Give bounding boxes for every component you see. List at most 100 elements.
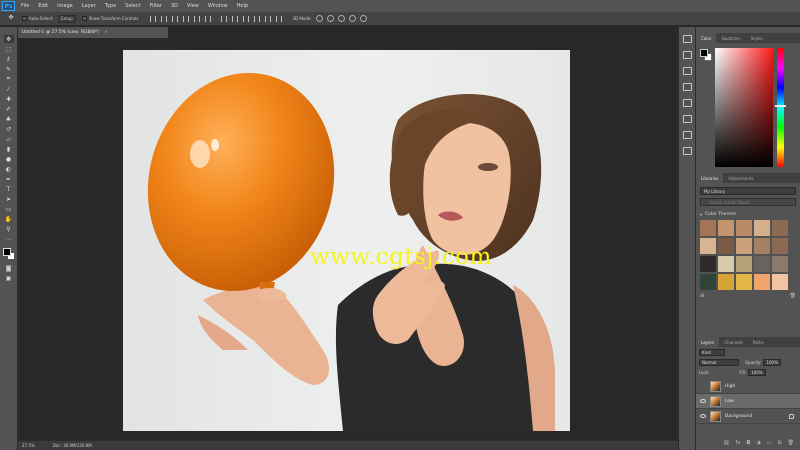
- clone-stamp-tool-icon[interactable]: ♣: [4, 115, 14, 123]
- hue-slider[interactable]: [777, 48, 784, 167]
- color-swatch[interactable]: [736, 220, 752, 236]
- menu-view[interactable]: View: [187, 3, 199, 9]
- properties-panel-icon[interactable]: [682, 115, 692, 123]
- color-panel-foreground[interactable]: [700, 49, 708, 57]
- align-right-icon[interactable]: [205, 15, 212, 22]
- color-swatch[interactable]: [754, 256, 770, 272]
- distribute-bottom-icon[interactable]: [243, 15, 250, 22]
- distribute-left-icon[interactable]: [254, 15, 261, 22]
- document-tab[interactable]: Untitled-1 @ 27.5% (Low, RGB/8*) ×: [18, 27, 168, 38]
- eraser-tool-icon[interactable]: ▱: [4, 135, 14, 143]
- align-top-icon[interactable]: [150, 15, 157, 22]
- document-size-info[interactable]: Doc: 30.9M/120.8M: [53, 443, 92, 448]
- library-dropdown[interactable]: My Library: [700, 187, 796, 195]
- visibility-eye-icon[interactable]: [700, 414, 706, 418]
- align-vcenter-icon[interactable]: [161, 15, 168, 22]
- info-panel-icon[interactable]: [682, 131, 692, 139]
- screen-mode-icon[interactable]: ▣: [4, 274, 14, 282]
- color-swatch[interactable]: [772, 220, 788, 236]
- move-tool-preset-icon[interactable]: ✥: [6, 14, 16, 22]
- library-trash-icon[interactable]: 🗑: [790, 293, 796, 299]
- menu-layer[interactable]: Layer: [82, 3, 96, 9]
- crop-tool-icon[interactable]: ⌗: [4, 75, 14, 83]
- color-swatch[interactable]: [736, 256, 752, 272]
- tab-swatches[interactable]: Swatches: [716, 33, 745, 43]
- menu-image[interactable]: Image: [57, 3, 73, 9]
- layer-row[interactable]: High: [696, 379, 800, 394]
- dodge-tool-icon[interactable]: ◐: [4, 165, 14, 173]
- mask-icon[interactable]: ◘: [746, 440, 750, 448]
- lasso-tool-icon[interactable]: ℓ: [4, 55, 14, 63]
- hand-tool-icon[interactable]: ✋: [4, 215, 14, 223]
- fx-icon[interactable]: fx: [736, 440, 741, 448]
- layer-kind-filter[interactable]: Kind: [699, 348, 725, 356]
- align-left-icon[interactable]: [183, 15, 190, 22]
- tab-channels[interactable]: Channels: [719, 337, 748, 347]
- brush-tool-icon[interactable]: ✐: [4, 105, 14, 113]
- 3d-rotate-icon[interactable]: [315, 15, 323, 22]
- clone-source-panel-icon[interactable]: [682, 67, 692, 75]
- color-panel-swatches[interactable]: [700, 49, 712, 61]
- layer-row[interactable]: Background: [696, 409, 800, 424]
- trash-icon[interactable]: 🗑: [788, 440, 794, 448]
- color-swatch[interactable]: [718, 256, 734, 272]
- eyedropper-tool-icon[interactable]: ⁄: [4, 85, 14, 93]
- color-swatch[interactable]: [772, 274, 788, 290]
- quick-mask-icon[interactable]: ◙: [4, 264, 14, 272]
- transform-controls-checkbox[interactable]: [81, 16, 87, 21]
- zoom-tool-icon[interactable]: ⚲: [4, 225, 14, 233]
- folder-icon[interactable]: ▭: [767, 440, 772, 448]
- menu-type[interactable]: Type: [105, 3, 116, 9]
- color-swatch[interactable]: [754, 274, 770, 290]
- visibility-eye-icon[interactable]: [700, 384, 706, 388]
- menu-edit[interactable]: Edit: [38, 3, 48, 9]
- adjustment-icon[interactable]: ◑: [756, 440, 760, 448]
- color-themes-header[interactable]: ▾ Color Themes: [700, 212, 796, 217]
- gradient-tool-icon[interactable]: ▮: [4, 145, 14, 153]
- color-swatch[interactable]: [700, 220, 716, 236]
- 3d-slide-icon[interactable]: [348, 15, 356, 22]
- character-panel-icon[interactable]: [682, 83, 692, 91]
- healing-brush-tool-icon[interactable]: ✚: [4, 95, 14, 103]
- menu-3d[interactable]: 3D: [171, 3, 178, 9]
- history-panel-icon[interactable]: [682, 35, 692, 43]
- color-swatch[interactable]: [754, 238, 770, 254]
- color-swatch[interactable]: [736, 274, 752, 290]
- blend-mode-dropdown[interactable]: Normal: [699, 358, 739, 366]
- color-swatch[interactable]: [718, 220, 734, 236]
- menu-help[interactable]: Help: [237, 3, 248, 9]
- blur-tool-icon[interactable]: ●: [4, 155, 14, 163]
- brush-panel-icon[interactable]: [682, 51, 692, 59]
- hue-slider-handle[interactable]: [775, 105, 786, 107]
- align-hcenter-icon[interactable]: [194, 15, 201, 22]
- menu-filter[interactable]: Filter: [150, 3, 162, 9]
- color-swatch[interactable]: [772, 256, 788, 272]
- color-swatches[interactable]: [2, 248, 15, 260]
- menu-window[interactable]: Window: [208, 3, 228, 9]
- tab-layers[interactable]: Layers: [696, 337, 720, 347]
- 3d-drag-icon[interactable]: [337, 15, 345, 22]
- more-tools-icon[interactable]: ⋯: [4, 235, 14, 243]
- opacity-input[interactable]: 100%: [763, 358, 781, 366]
- zoom-level[interactable]: 27.5%: [22, 443, 35, 448]
- fill-input[interactable]: 100%: [748, 368, 766, 376]
- canvas-area[interactable]: ➤ www.cgtsj.com: [18, 38, 678, 440]
- color-swatch[interactable]: [754, 220, 770, 236]
- layer-row[interactable]: Low: [696, 394, 800, 409]
- distribute-hcenter-icon[interactable]: [265, 15, 272, 22]
- new-layer-icon[interactable]: ⊞: [777, 440, 781, 448]
- paragraph-panel-icon[interactable]: [682, 99, 692, 107]
- color-swatch[interactable]: [772, 238, 788, 254]
- actions-panel-icon[interactable]: [682, 147, 692, 155]
- 3d-scale-icon[interactable]: [359, 15, 367, 22]
- library-search-input[interactable]: Search Adobe Stock: [700, 198, 796, 206]
- align-bottom-icon[interactable]: [172, 15, 179, 22]
- visibility-eye-icon[interactable]: [700, 399, 706, 403]
- move-tool-icon[interactable]: ✥: [3, 35, 14, 43]
- tab-libraries[interactable]: Libraries: [696, 173, 724, 183]
- auto-select-checkbox[interactable]: [22, 16, 27, 21]
- distribute-vcenter-icon[interactable]: [232, 15, 239, 22]
- menu-file[interactable]: File: [21, 3, 29, 9]
- menu-select[interactable]: Select: [125, 3, 140, 9]
- add-content-icon[interactable]: ⊞: [700, 293, 704, 299]
